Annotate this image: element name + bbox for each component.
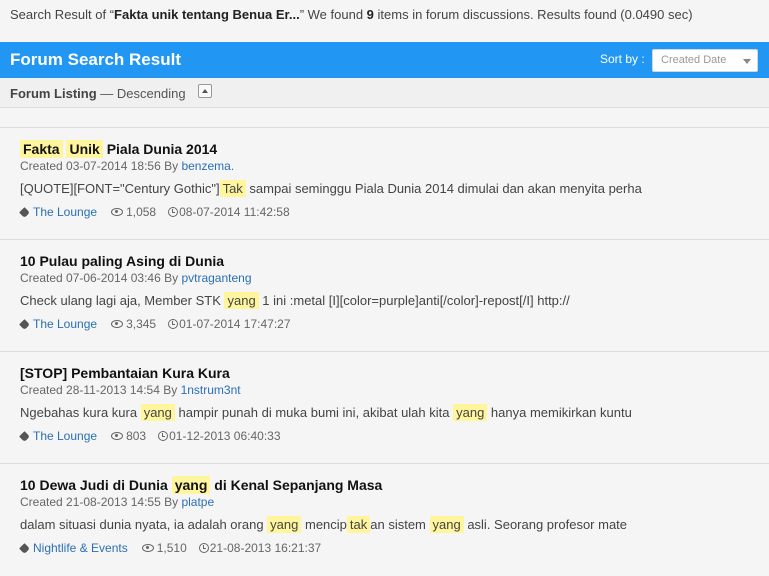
- summary-mid: ” We found: [299, 7, 367, 22]
- sort-value: Created Date: [661, 54, 727, 66]
- highlighted-term: yang: [429, 516, 464, 533]
- clock-icon: [168, 207, 179, 217]
- eye-icon: [111, 320, 124, 328]
- result-snippet: Check ulang lagi aja, Member STK yang 1 …: [20, 292, 570, 309]
- view-count: 803: [126, 429, 147, 443]
- highlighted-term: Tak: [219, 180, 246, 197]
- listing-label: Forum Listing: [10, 86, 97, 101]
- clock-icon: [168, 319, 179, 329]
- view-count: 1,510: [156, 541, 187, 555]
- tag-icon: [19, 206, 30, 218]
- last-post-time: 21-08-2013 16:21:37: [209, 541, 322, 555]
- highlighted-term: yang: [171, 476, 211, 494]
- summary-suffix: items in forum discussions. Results foun…: [373, 7, 693, 22]
- last-post-time: 08-07-2014 11:42:58: [179, 205, 290, 219]
- result-footer: Nightlife & Events 1,510 21-08-2013 16:21:…: [19, 541, 322, 555]
- eye-icon: [111, 208, 124, 216]
- highlighted-term: tak: [346, 516, 371, 533]
- text-segment: Piala Dunia 2014: [102, 141, 218, 157]
- tag-icon: [19, 318, 30, 330]
- result-title-link[interactable]: 10 Dewa Judi di Dunia yang di Kenal Sepa…: [20, 476, 383, 494]
- tag-icon: [19, 430, 30, 442]
- result-footer: The Lounge 1,058 08-07-2014 11:42:58: [19, 205, 290, 219]
- highlighted-term: yang: [224, 292, 259, 309]
- result-item: 10 Pulau paling Asing di Dunia Created 07…: [0, 239, 769, 351]
- result-meta: Created 21-08-2013 14:55 By platpe: [20, 495, 214, 509]
- text-segment: sampai seminggu Piala Dunia 2014 dimulai…: [245, 181, 642, 196]
- collapse-icon[interactable]: [198, 84, 212, 98]
- result-footer: The Lounge 3,345 01-07-2014 17:47:27: [19, 317, 291, 331]
- category-link[interactable]: The Lounge: [33, 205, 97, 219]
- highlighted-term: Fakta: [20, 140, 63, 158]
- sort-label: Sort by :: [600, 52, 645, 66]
- author-link[interactable]: platpe: [181, 495, 214, 509]
- author-link[interactable]: 1nstrum3nt: [181, 383, 241, 397]
- result-meta: Created 07-06-2014 03:46 By pvtraganteng: [20, 271, 252, 285]
- author-link[interactable]: benzema.: [181, 159, 234, 173]
- text-segment: mencip: [301, 517, 347, 532]
- results-list: Fakta Unik Piala Dunia 2014 Created 03-07…: [0, 127, 769, 575]
- result-meta: Created 28-11-2013 14:54 By 1nstrum3nt: [20, 383, 241, 397]
- sort-dropdown[interactable]: Created Date: [652, 49, 758, 72]
- result-snippet: Ngebahas kura kura yang hampir punah di …: [20, 404, 632, 421]
- result-item: 10 Dewa Judi di Dunia yang di Kenal Sepa…: [0, 463, 769, 575]
- text-segment: hampir punah di muka bumi ini, akibat ul…: [174, 405, 454, 420]
- summary-prefix: Search Result of “: [10, 7, 115, 22]
- eye-icon: [111, 432, 124, 440]
- search-summary: Search Result of “Fakta unik tentang Ben…: [0, 0, 769, 30]
- chevron-down-icon: [743, 59, 751, 64]
- result-title-link[interactable]: 10 Pulau paling Asing di Dunia: [20, 253, 224, 269]
- listing-order: — Descending: [96, 86, 186, 101]
- tag-icon: [19, 542, 30, 554]
- text-segment: Check ulang lagi aja, Member STK: [20, 293, 225, 308]
- text-segment: Ngebahas kura kura: [20, 405, 141, 420]
- text-segment: 10 Dewa Judi di Dunia: [20, 477, 172, 493]
- text-segment: 10 Pulau paling Asing di Dunia: [20, 253, 225, 269]
- created-info: Created 21-08-2013 14:55 By: [20, 495, 182, 509]
- view-count: 3,345: [126, 317, 157, 331]
- search-query: Fakta unik tentang Benua Er...: [114, 7, 300, 22]
- created-info: Created 03-07-2014 18:56 By: [20, 159, 182, 173]
- text-segment: hanya memikirkan kuntu: [487, 405, 632, 420]
- result-item: Fakta Unik Piala Dunia 2014 Created 03-07…: [0, 127, 769, 239]
- highlighted-term: yang: [453, 404, 488, 421]
- text-segment: 1 ini :metal [I][color=purple]anti[/colo…: [258, 293, 570, 308]
- text-segment: [STOP] Pembantaian Kura Kura: [20, 365, 230, 381]
- highlighted-term: yang: [267, 516, 302, 533]
- text-segment: dalam situasi dunia nyata, ia adalah ora…: [20, 517, 268, 532]
- text-segment: [QUOTE][FONT="Century Gothic"]: [20, 181, 220, 196]
- result-snippet: [QUOTE][FONT="Century Gothic"] Tak sampai…: [20, 180, 642, 197]
- last-post-time: 01-07-2014 17:47:27: [179, 317, 291, 331]
- page-title: Forum Search Result: [10, 50, 181, 69]
- result-item: [STOP] Pembantaian Kura Kura Created 28-1…: [0, 351, 769, 463]
- listing-bar: Forum Listing — Descending: [0, 78, 769, 108]
- category-link[interactable]: The Lounge: [33, 317, 97, 331]
- result-count: 9: [366, 7, 374, 22]
- result-title-link[interactable]: Fakta Unik Piala Dunia 2014: [20, 140, 218, 158]
- clock-icon: [198, 543, 209, 553]
- result-meta: Created 03-07-2014 18:56 By benzema.: [20, 159, 234, 173]
- text-segment: asli. Seorang profesor mate: [463, 517, 628, 532]
- text-segment: di Kenal Sepanjang Masa: [210, 477, 383, 493]
- result-snippet: dalam situasi dunia nyata, ia adalah ora…: [20, 516, 628, 533]
- clock-icon: [158, 431, 169, 441]
- listing-heading: Forum Listing — Descending: [10, 86, 186, 101]
- category-link[interactable]: The Lounge: [33, 429, 97, 443]
- text-segment: an sistem: [370, 517, 430, 532]
- result-title-link[interactable]: [STOP] Pembantaian Kura Kura: [20, 365, 230, 381]
- category-link[interactable]: Nightlife & Events: [33, 541, 128, 555]
- created-info: Created 28-11-2013 14:54 By: [20, 383, 181, 397]
- author-link[interactable]: pvtraganteng: [181, 271, 251, 285]
- result-footer: The Lounge 803 01-12-2013 06:40:33: [19, 429, 281, 443]
- created-info: Created 07-06-2014 03:46 By: [20, 271, 182, 285]
- eye-icon: [141, 544, 154, 552]
- highlighted-term: Unik: [66, 140, 103, 158]
- highlighted-term: yang: [140, 404, 175, 421]
- view-count: 1,058: [126, 205, 157, 219]
- last-post-time: 01-12-2013 06:40:33: [169, 429, 281, 443]
